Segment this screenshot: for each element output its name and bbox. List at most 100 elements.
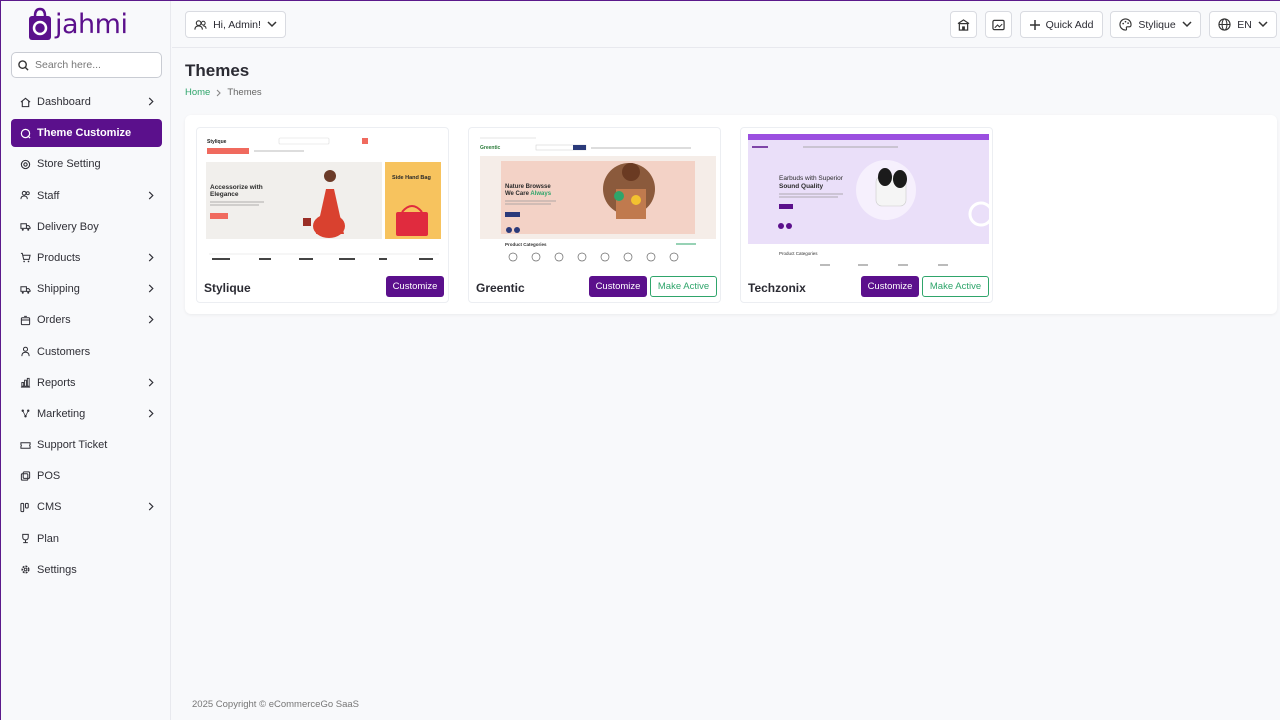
preview-section-title: Product Categories bbox=[505, 242, 547, 247]
cms-icon bbox=[19, 501, 31, 513]
user-menu-button[interactable]: Hi, Admin! bbox=[185, 11, 286, 38]
chevron-right-icon bbox=[216, 89, 222, 96]
customize-button[interactable]: Customize bbox=[861, 276, 919, 297]
users-icon bbox=[194, 19, 207, 30]
user-icon bbox=[19, 346, 31, 358]
sidebar-item-settings[interactable]: Settings bbox=[11, 556, 162, 584]
theme-select[interactable]: Stylique bbox=[1110, 11, 1201, 38]
footer-copyright: 2025 Copyright © eCommerceGo SaaS bbox=[192, 699, 359, 710]
image-icon bbox=[992, 19, 1005, 30]
preview-hero-title-1: Accessorize with bbox=[210, 184, 263, 191]
greentic-preview-image: Greentic Nature Browsse We Care Always P… bbox=[476, 134, 717, 268]
breadcrumb-home[interactable]: Home bbox=[185, 87, 210, 98]
sidebar-item-label: Support Ticket bbox=[37, 439, 108, 452]
sidebar-item-delivery-boy[interactable]: Delivery Boy bbox=[11, 213, 162, 241]
sidebar-item-products[interactable]: Products bbox=[11, 244, 162, 272]
sidebar-item-staff[interactable]: Staff bbox=[11, 182, 162, 210]
pos-icon bbox=[19, 470, 31, 482]
users-icon bbox=[19, 190, 31, 202]
language-select[interactable]: EN bbox=[1209, 11, 1277, 38]
preview-hero-title-1: Earbuds with Superior bbox=[779, 175, 844, 182]
app-frame bbox=[0, 0, 1280, 720]
breadcrumb-current: Themes bbox=[227, 87, 262, 98]
chevron-down-icon bbox=[1182, 21, 1192, 28]
sidebar-item-label: Store Setting bbox=[37, 158, 101, 171]
ticket-icon bbox=[19, 439, 31, 451]
chevron-right-icon bbox=[148, 97, 154, 109]
themes-panel: Stylique Accessorize with Elegance Side … bbox=[185, 115, 1277, 314]
theme-icon bbox=[19, 127, 31, 139]
sidebar-item-theme-customize[interactable]: Theme Customize bbox=[11, 119, 162, 148]
sidebar-item-label: Theme Customize bbox=[37, 127, 132, 140]
topbar: Hi, Admin! Quick Add Stylique EN bbox=[172, 1, 1280, 48]
preview-hero-accent: Always bbox=[530, 191, 551, 197]
sidebar-item-marketing[interactable]: Marketing bbox=[11, 400, 162, 428]
sidebar-item-label: Reports bbox=[37, 376, 76, 389]
theme-card-techzonix: Earbuds with Superior Sound Quality Prod… bbox=[740, 127, 993, 303]
search-input[interactable] bbox=[35, 59, 150, 71]
chevron-right-icon bbox=[148, 502, 154, 514]
theme-preview-stylique[interactable]: Stylique Accessorize with Elegance Side … bbox=[204, 134, 445, 268]
techzonix-preview-image: Earbuds with Superior Sound Quality Prod… bbox=[748, 134, 989, 268]
stylique-preview-image: Stylique Accessorize with Elegance Side … bbox=[204, 134, 445, 268]
breadcrumb: Home Themes bbox=[185, 87, 262, 98]
chevron-down-icon bbox=[1258, 21, 1268, 28]
sidebar-item-shipping[interactable]: Shipping bbox=[11, 275, 162, 303]
sidebar-item-label: Delivery Boy bbox=[37, 220, 99, 233]
store-icon bbox=[957, 18, 970, 31]
sidebar: jahmi Dashboard Theme Customize Store Sett… bbox=[1, 1, 171, 720]
sidebar-item-label: POS bbox=[37, 470, 61, 483]
store-button[interactable] bbox=[950, 11, 977, 38]
truck-icon bbox=[19, 283, 31, 295]
sidebar-item-orders[interactable]: Orders bbox=[11, 306, 162, 334]
customize-button[interactable]: Customize bbox=[589, 276, 647, 297]
sidebar-item-reports[interactable]: Reports bbox=[11, 369, 162, 397]
page-title: Themes bbox=[185, 61, 250, 80]
box-icon bbox=[19, 314, 31, 326]
settings-icon bbox=[19, 158, 31, 170]
preview-side-title: Side Hand Bag bbox=[392, 175, 431, 181]
sidebar-item-cms[interactable]: CMS bbox=[11, 493, 162, 521]
sidebar-item-label: Marketing bbox=[37, 407, 86, 420]
sidebar-item-pos[interactable]: POS bbox=[11, 462, 162, 490]
brand-logo[interactable]: jahmi bbox=[27, 6, 128, 42]
greeting-label: Hi, Admin! bbox=[213, 18, 261, 31]
preview-hero-title-2: We Care bbox=[505, 191, 530, 197]
quick-add-label: Quick Add bbox=[1045, 18, 1094, 31]
sidebar-item-plan[interactable]: Plan bbox=[11, 525, 162, 553]
chevron-right-icon bbox=[148, 409, 154, 421]
language-value: EN bbox=[1237, 18, 1252, 31]
chevron-right-icon bbox=[148, 191, 154, 203]
media-button[interactable] bbox=[985, 11, 1012, 38]
sidebar-item-label: Shipping bbox=[37, 283, 80, 296]
chevron-right-icon bbox=[148, 315, 154, 327]
chevron-down-icon bbox=[267, 21, 277, 28]
chart-icon bbox=[19, 377, 31, 389]
sidebar-item-support-ticket[interactable]: Support Ticket bbox=[11, 431, 162, 459]
theme-name: Techzonix bbox=[748, 281, 806, 295]
sidebar-item-customers[interactable]: Customers bbox=[11, 338, 162, 366]
preview-hero-title-1: Nature Browsse bbox=[505, 184, 551, 190]
sidebar-search[interactable] bbox=[11, 52, 162, 78]
brand-name: jahmi bbox=[55, 8, 128, 40]
sidebar-item-label: Products bbox=[37, 251, 81, 264]
chevron-right-icon bbox=[148, 253, 154, 265]
truck-icon bbox=[19, 221, 31, 233]
preview-section-title: Product Categories bbox=[779, 251, 818, 256]
make-active-button[interactable]: Make Active bbox=[650, 276, 717, 297]
sidebar-item-store-setting[interactable]: Store Setting bbox=[11, 150, 162, 178]
theme-preview-greentic[interactable]: Greentic Nature Browsse We Care Always P… bbox=[476, 134, 717, 268]
search-icon bbox=[18, 59, 29, 71]
make-active-button[interactable]: Make Active bbox=[922, 276, 989, 297]
plus-icon bbox=[1029, 19, 1040, 30]
shopping-bag-logo-icon bbox=[29, 7, 51, 40]
theme-preview-techzonix[interactable]: Earbuds with Superior Sound Quality Prod… bbox=[748, 134, 989, 268]
sidebar-item-label: Orders bbox=[37, 314, 71, 327]
preview-logo-text: Greentic bbox=[480, 145, 501, 151]
customize-button[interactable]: Customize bbox=[386, 276, 444, 297]
theme-card-stylique: Stylique Accessorize with Elegance Side … bbox=[196, 127, 449, 303]
home-icon bbox=[19, 96, 31, 108]
sidebar-item-dashboard[interactable]: Dashboard bbox=[11, 88, 162, 116]
quick-add-button[interactable]: Quick Add bbox=[1020, 11, 1103, 38]
theme-select-value: Stylique bbox=[1138, 18, 1176, 31]
